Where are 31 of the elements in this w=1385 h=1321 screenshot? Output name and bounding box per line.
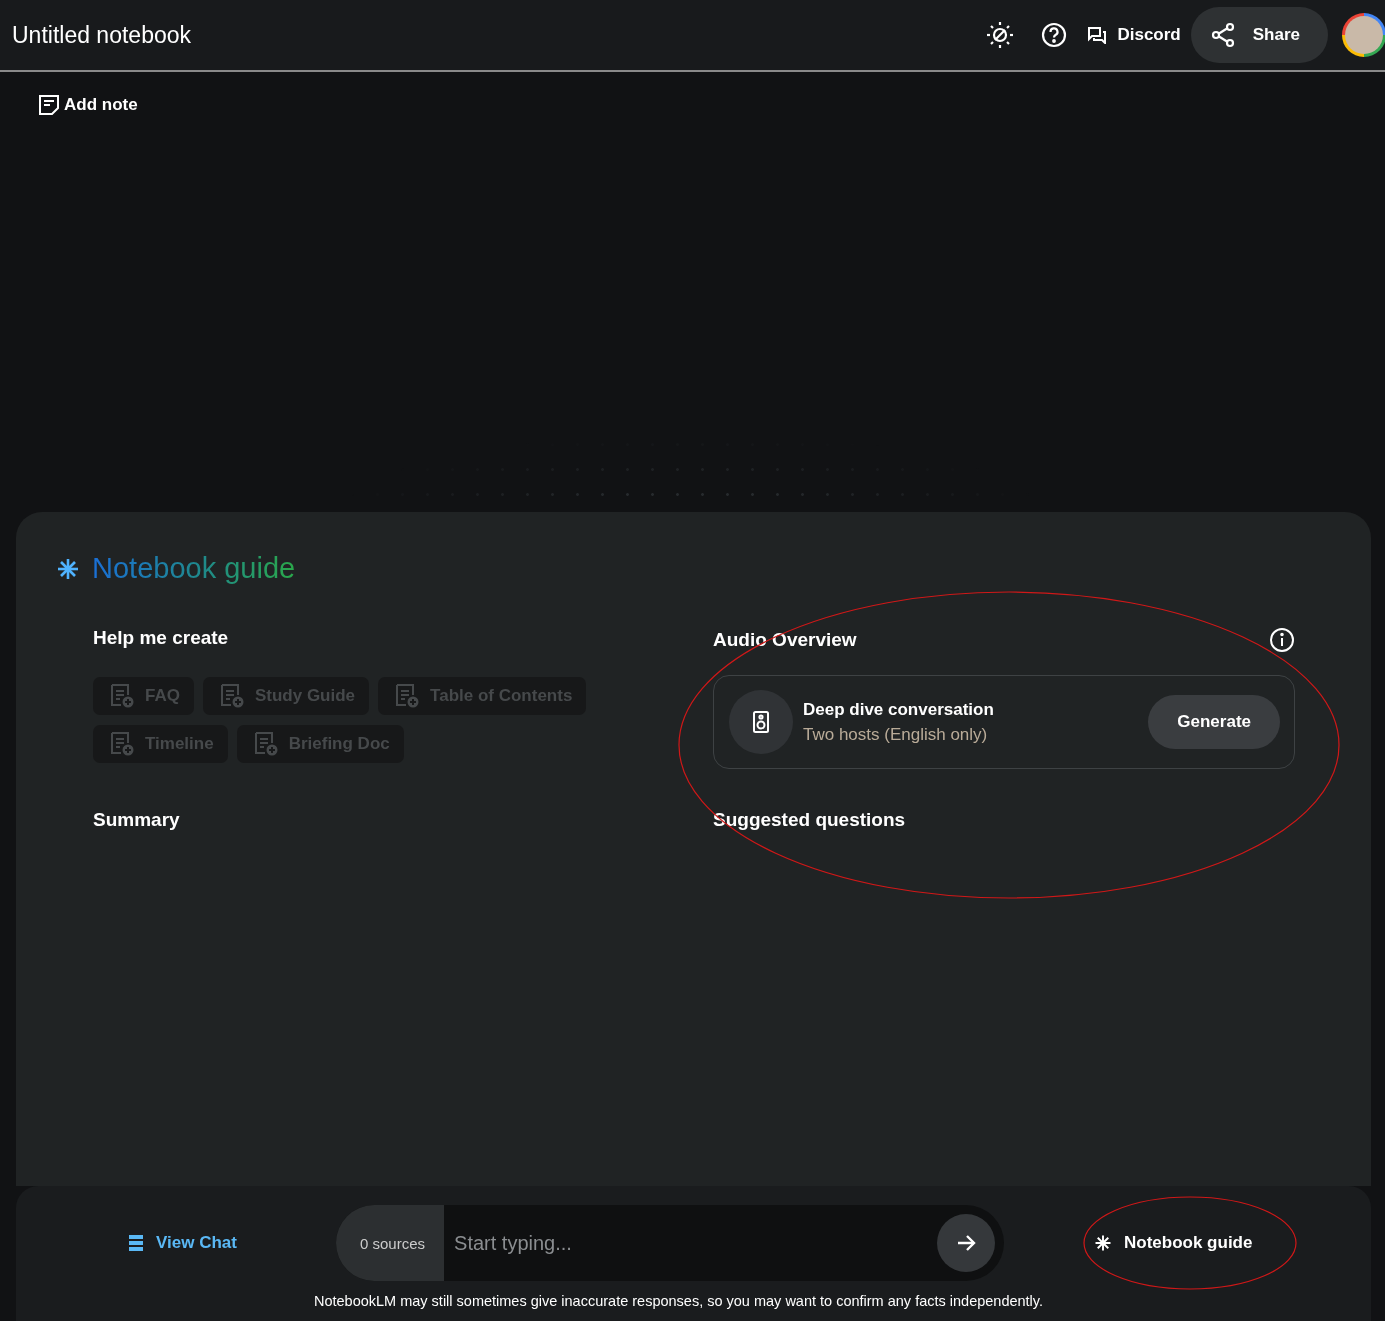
sparkle-icon (1094, 1234, 1112, 1252)
chat-input[interactable]: Start typing... (444, 1231, 937, 1255)
share-icon (1210, 22, 1235, 48)
send-button[interactable] (937, 1214, 995, 1272)
section-heading: Audio Overview (713, 629, 857, 651)
sparkle-icon (56, 556, 80, 581)
audio-title: Deep dive conversation (803, 699, 995, 720)
document-add-icon (252, 731, 279, 757)
section-heading: Summary (93, 809, 181, 831)
info-icon[interactable] (1269, 627, 1295, 653)
sources-count: 0 sources (336, 1205, 445, 1281)
document-add-icon (109, 683, 135, 709)
notebook-guide-button[interactable]: Notebook guide (1094, 1233, 1253, 1253)
list-icon (128, 1234, 144, 1252)
discord-button[interactable]: Discord (1087, 25, 1181, 45)
section-heading: Help me create (93, 627, 230, 649)
notebook-title: Untitled notebook (12, 21, 191, 49)
generate-button[interactable]: Generate (1148, 695, 1280, 749)
avatar[interactable] (1342, 13, 1385, 57)
note-icon (38, 94, 60, 116)
view-chat-button[interactable]: View Chat (128, 1233, 336, 1253)
audio-subtitle: Two hosts (English only) (803, 724, 989, 745)
chat-bubbles-icon (1087, 26, 1108, 44)
add-note-button[interactable]: Add note (38, 94, 138, 116)
document-add-icon (218, 683, 245, 709)
theme-toggle-icon[interactable] (985, 20, 1016, 50)
share-button[interactable]: Share (1190, 7, 1328, 63)
disclaimer-text: NotebookLM may still sometimes give inaccurate responses, so you may want to confirm any facts independently. (312, 1293, 1045, 1309)
document-add-icon (394, 683, 421, 709)
help-icon[interactable] (1041, 22, 1068, 48)
document-add-icon (109, 731, 135, 757)
